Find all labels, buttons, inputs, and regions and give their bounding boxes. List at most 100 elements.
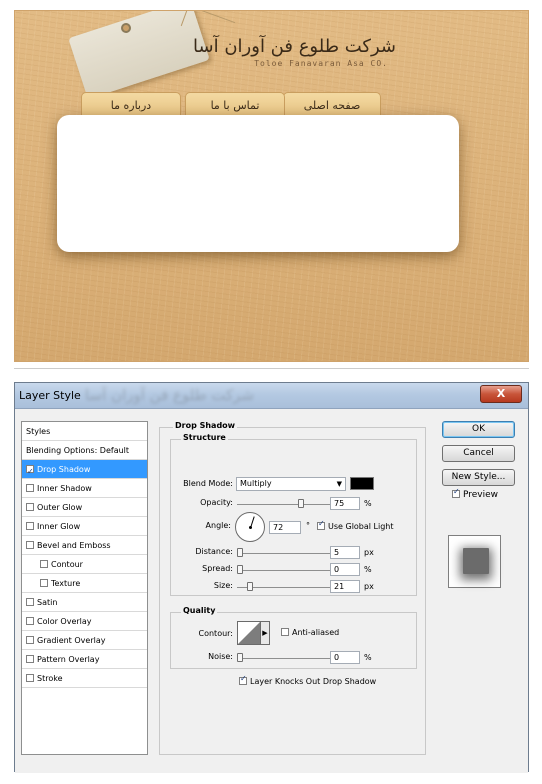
styles-list-item[interactable]: Texture [22, 574, 147, 593]
angle-label: Angle: [205, 521, 231, 530]
spread-slider[interactable] [237, 570, 337, 571]
styles-list-item[interactable]: Satin [22, 593, 147, 612]
spread-input[interactable]: 0 [330, 563, 360, 576]
cancel-button[interactable]: Cancel [442, 445, 515, 462]
angle-center [249, 526, 252, 529]
knocks-out-label: Layer Knocks Out Drop Shadow [250, 677, 377, 686]
styles-list-checkbox[interactable] [26, 462, 34, 481]
styles-list-item[interactable]: Pattern Overlay [22, 650, 147, 669]
styles-list-item[interactable]: Bevel and Emboss [22, 536, 147, 555]
styles-list-checkbox[interactable] [26, 673, 34, 682]
styles-list-checkbox[interactable] [26, 502, 34, 511]
styles-list-checkbox[interactable] [40, 578, 48, 587]
opacity-input[interactable]: 75 [330, 497, 360, 510]
site-title: شرکت طلوع فن آوران آسا [193, 36, 396, 57]
styles-list-item-label: Inner Shadow [37, 484, 92, 493]
styles-list-checkbox[interactable] [26, 483, 34, 492]
styles-list-item-label: Texture [51, 579, 81, 588]
preview-thumbnail [448, 535, 501, 588]
styles-list-item[interactable]: Outer Glow [22, 498, 147, 517]
styles-list-item-label: Pattern Overlay [37, 655, 100, 664]
dialog-body: Styles Blending Options: Default Drop Sha… [15, 409, 528, 773]
tag-hole [121, 23, 131, 33]
styles-list-item-label: Stroke [37, 674, 63, 683]
quality-title: Quality [181, 606, 218, 615]
opacity-label: Opacity: [200, 498, 233, 507]
styles-list-item-label: Inner Glow [37, 522, 81, 531]
angle-input[interactable]: 72 [269, 521, 301, 534]
site-subtitle: Toloe Fanavaran Asa CO. [254, 59, 388, 68]
anti-aliased-checkbox[interactable]: Anti-aliased [281, 627, 339, 637]
noise-slider-thumb[interactable] [237, 653, 243, 662]
styles-list: Styles Blending Options: Default Drop Sha… [21, 421, 148, 755]
preview-check[interactable] [452, 487, 460, 498]
styles-list-item-label: Gradient Overlay [37, 636, 106, 645]
shadow-color-swatch[interactable] [350, 477, 374, 490]
styles-list-checkbox[interactable] [26, 635, 34, 644]
dialog-titlebar[interactable]: شرکت طلوع فن آوران آسا Layer Style X [15, 383, 528, 409]
use-global-light-checkbox[interactable]: Use Global Light [317, 519, 394, 531]
styles-list-item[interactable]: Stroke [22, 669, 147, 688]
preview-label: Preview [463, 490, 499, 500]
styles-list-item-label: Blending Options: Default [26, 446, 130, 455]
styles-list-checkbox[interactable] [26, 540, 34, 549]
styles-list-item-label: Color Overlay [37, 617, 92, 626]
size-label: Size: [213, 581, 233, 590]
styles-list-item[interactable]: Gradient Overlay [22, 631, 147, 650]
preview-checkbox[interactable]: Preview [452, 487, 499, 500]
styles-list-header[interactable]: Styles [22, 422, 147, 441]
ok-button[interactable]: OK [442, 421, 515, 438]
contour-curve [238, 622, 260, 644]
distance-unit: px [364, 548, 374, 557]
noise-unit: % [364, 653, 372, 662]
drop-shadow-title: Drop Shadow [173, 421, 238, 430]
styles-list-item-label: Bevel and Emboss [37, 541, 111, 550]
distance-slider[interactable] [237, 553, 337, 554]
new-style-button[interactable]: New Style... [442, 469, 515, 486]
opacity-slider-thumb[interactable] [298, 499, 304, 508]
noise-input[interactable]: 0 [330, 651, 360, 664]
size-unit: px [364, 582, 374, 591]
styles-list-item[interactable]: Blending Options: Default [22, 441, 147, 460]
structure-title: Structure [181, 433, 228, 442]
chevron-down-icon: ▼ [336, 480, 342, 488]
styles-list-item-label: Contour [51, 560, 83, 569]
blend-mode-value: Multiply [240, 479, 272, 488]
spread-label: Spread: [202, 564, 233, 573]
opacity-unit: % [364, 499, 372, 508]
opacity-slider[interactable] [237, 504, 337, 505]
styles-list-item[interactable]: Contour [22, 555, 147, 574]
website-mockup: شرکت طلوع فن آوران آسا Toloe Fanavaran A… [14, 10, 529, 362]
contour-dropdown-arrow-icon[interactable]: ▶ [261, 621, 270, 645]
styles-list-item[interactable]: Inner Glow [22, 517, 147, 536]
styles-list-item-label: Outer Glow [37, 503, 83, 512]
spread-slider-thumb[interactable] [237, 565, 243, 574]
size-input[interactable]: 21 [330, 580, 360, 593]
styles-list-checkbox[interactable] [26, 521, 34, 530]
contour-picker[interactable] [237, 621, 261, 645]
styles-list-item[interactable]: Inner Shadow [22, 479, 147, 498]
styles-list-item[interactable]: Color Overlay [22, 612, 147, 631]
blend-mode-select[interactable]: Multiply ▼ [236, 477, 346, 491]
distance-slider-thumb[interactable] [237, 548, 243, 557]
knocks-out-check[interactable] [239, 674, 247, 685]
styles-list-checkbox[interactable] [40, 559, 48, 568]
styles-list-item-label: Satin [37, 598, 58, 607]
knocks-out-checkbox[interactable]: Layer Knocks Out Drop Shadow [239, 674, 377, 686]
close-button[interactable]: X [480, 385, 522, 403]
styles-list-checkbox[interactable] [26, 597, 34, 606]
content-box [57, 115, 459, 252]
use-global-light-label: Use Global Light [328, 522, 394, 531]
distance-input[interactable]: 5 [330, 546, 360, 559]
noise-slider[interactable] [237, 658, 337, 659]
noise-label: Noise: [208, 652, 233, 661]
use-global-light-check[interactable] [317, 519, 325, 530]
angle-dial[interactable] [235, 512, 265, 542]
styles-list-checkbox[interactable] [26, 654, 34, 663]
styles-list-item[interactable]: Drop Shadow [22, 460, 147, 481]
anti-aliased-check[interactable] [281, 627, 289, 636]
size-slider-thumb[interactable] [247, 582, 253, 591]
angle-unit: ° [306, 521, 310, 530]
styles-list-checkbox[interactable] [26, 616, 34, 625]
divider [14, 368, 529, 369]
